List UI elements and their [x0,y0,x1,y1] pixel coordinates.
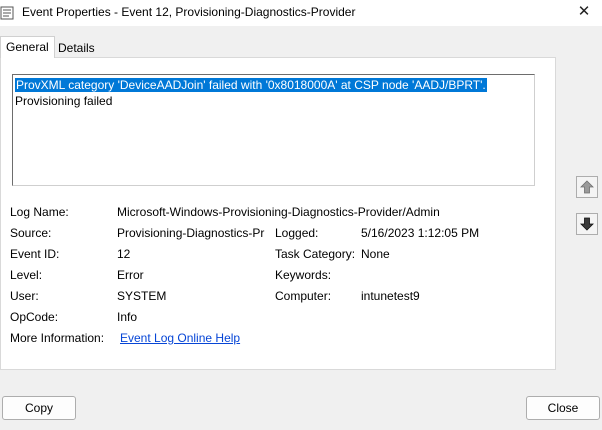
log-name-value: Microsoft-Windows-Provisioning-Diagnosti… [117,205,440,219]
copy-button[interactable]: Copy [2,396,76,420]
logged-value: 5/16/2023 1:12:05 PM [361,226,480,240]
description-textbox[interactable]: ProvXML category 'DeviceAADJoin' failed … [12,74,535,186]
log-name-label: Log Name: [10,205,69,219]
task-category-label: Task Category: [275,247,356,261]
more-information-label: More Information: [10,331,105,345]
event-id-label: Event ID: [10,247,60,261]
logged-label: Logged: [275,226,319,240]
keywords-label: Keywords: [275,268,332,282]
opcode-label: OpCode: [10,310,59,324]
computer-value: intunetest9 [361,289,420,303]
user-value: SYSTEM [117,289,167,303]
task-category-value: None [361,247,390,261]
arrow-down-icon [580,217,594,231]
level-value: Error [117,268,144,282]
tab-details[interactable]: Details [53,38,100,58]
close-button[interactable]: Close [526,396,600,420]
window-title: Event Properties - Event 12, Provisionin… [22,5,356,19]
tab-general[interactable]: General [0,36,55,58]
event-log-online-help-link[interactable]: Event Log Online Help [120,331,240,345]
title-bar: Event Properties - Event 12, Provisionin… [0,0,602,26]
user-label: User: [10,289,39,303]
computer-label: Computer: [275,289,332,303]
arrow-up-icon [580,180,594,194]
next-event-button[interactable] [576,213,598,235]
description-line-selected: ProvXML category 'DeviceAADJoin' failed … [15,78,487,92]
source-value: Provisioning-Diagnostics-Pr [117,226,265,240]
source-label: Source: [10,226,52,240]
opcode-value: Info [117,310,138,324]
event-id-value: 12 [117,247,131,261]
level-label: Level: [10,268,43,282]
previous-event-button[interactable] [576,176,598,198]
close-window-icon[interactable]: ✕ [572,2,596,22]
event-viewer-icon [0,5,16,21]
description-line: Provisioning failed [15,94,113,108]
